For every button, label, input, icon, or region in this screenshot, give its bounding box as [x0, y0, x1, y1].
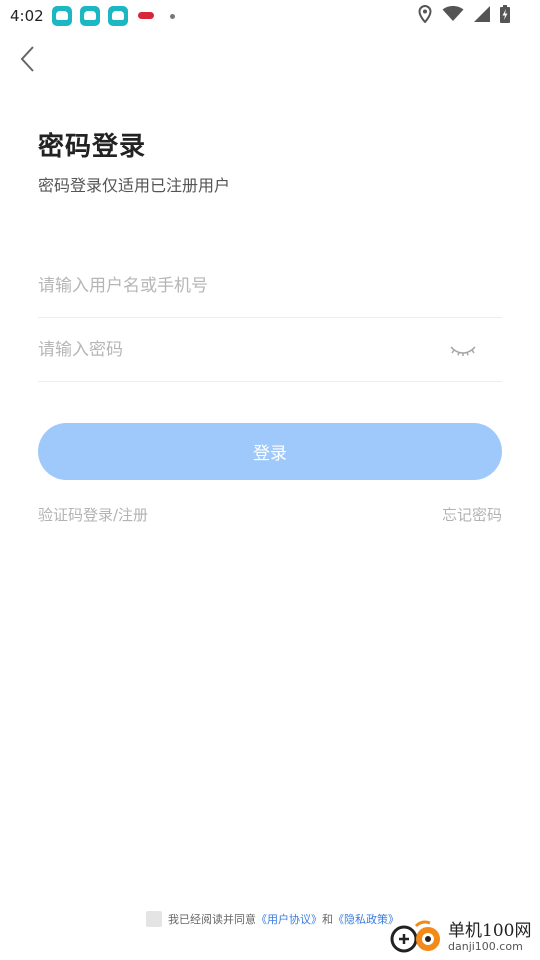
watermark-title: 单机100网 — [448, 921, 532, 941]
wifi-icon — [442, 6, 464, 21]
status-icons — [418, 5, 510, 23]
page-subtitle: 密码登录仅适用已注册用户 — [38, 176, 231, 195]
agreement-row: 我已经阅读并同意 《用户协议》 和 《隐私政策》 — [146, 911, 399, 927]
chevron-left-icon — [20, 46, 34, 72]
notification-dot — [169, 13, 175, 19]
signal-icon — [474, 6, 490, 22]
watermark: 单机100网 danji100.com — [390, 914, 538, 960]
password-input[interactable] — [38, 329, 502, 370]
page-title: 密码登录 — [38, 132, 147, 162]
code-login-link[interactable]: 验证码登录/注册 — [38, 504, 148, 525]
username-field-row — [38, 254, 502, 318]
agreement-and: 和 — [322, 913, 333, 926]
location-icon — [418, 5, 432, 23]
agreement-prefix: 我已经阅读并同意 — [168, 913, 256, 926]
back-button[interactable] — [14, 44, 44, 74]
toggle-password-visibility[interactable] — [450, 340, 476, 360]
lips-app-icon — [136, 6, 156, 26]
forgot-password-link[interactable]: 忘记密码 — [442, 504, 502, 525]
danji100-logo-icon — [390, 920, 440, 953]
user-agreement-link[interactable]: 《用户协议》 — [256, 911, 322, 927]
username-input[interactable] — [38, 265, 502, 306]
watermark-url: danji100.com — [448, 940, 523, 953]
car-app-icon — [79, 6, 100, 26]
agreement-checkbox[interactable] — [146, 911, 162, 927]
car-app-icon — [51, 6, 72, 26]
password-field-row — [38, 318, 502, 382]
eye-closed-icon — [450, 346, 476, 356]
login-button[interactable]: 登录 — [38, 423, 502, 480]
battery-charging-icon — [500, 5, 510, 23]
car-app-icon — [107, 6, 128, 26]
status-time: 4:02 — [10, 7, 44, 25]
